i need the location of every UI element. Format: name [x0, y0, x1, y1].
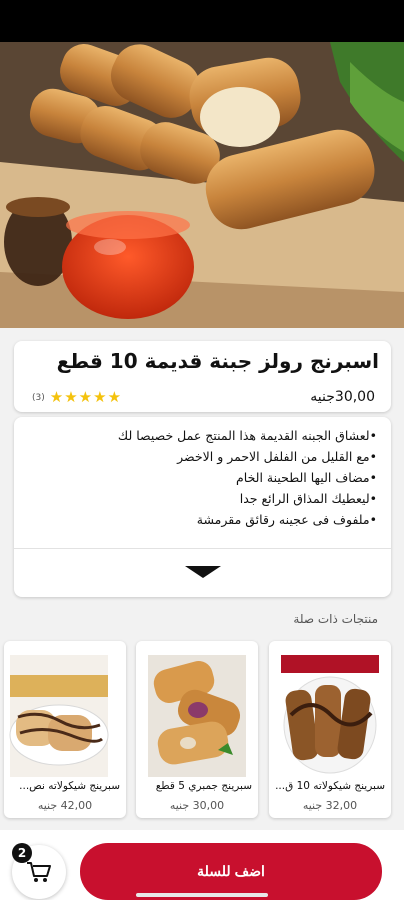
- related-product-price: 32,00 جنيه: [302, 799, 358, 812]
- product-info-card: اسبرنج رولز جبنة قديمة 10 قطع 30,00جنيه …: [14, 341, 391, 412]
- related-product-name: سبرينج جمبري 5 قطع: [155, 780, 252, 792]
- product-thumbnail: [281, 655, 379, 777]
- star-icon: ★: [78, 388, 93, 406]
- related-product-card[interactable]: سبرينج جمبري 5 قطع 30,00 جنيه: [136, 641, 258, 818]
- star-icon: ★: [64, 388, 78, 406]
- home-indicator: [136, 893, 268, 897]
- rating: (3) ★ ★ ★ ★ ★: [32, 390, 121, 405]
- product-price: 30,00جنيه: [310, 389, 375, 405]
- product-image: [0, 42, 404, 328]
- product-title: اسبرنج رولز جبنة قديمة 10 قطع: [56, 349, 379, 373]
- related-product-price: 30,00 جنيه: [169, 799, 225, 812]
- star-icon: ★: [49, 388, 64, 406]
- divider: [14, 548, 391, 549]
- description-line: •ملفوف فى عجينه رقائق مقرمشة: [196, 512, 377, 527]
- cart-icon: [27, 862, 51, 882]
- related-product-name: سبرينج شيكولاته 10 ق...: [275, 780, 385, 792]
- chevron-down-icon[interactable]: [185, 566, 221, 580]
- description-line: •مضاف اليها الطحينة الخام: [236, 470, 377, 485]
- rating-count: (3): [32, 392, 45, 403]
- product-thumbnail: [148, 655, 246, 777]
- status-bar: [0, 0, 404, 42]
- add-to-cart-button[interactable]: اضف للسلة: [80, 843, 382, 900]
- cart-count-badge: 2: [12, 843, 32, 863]
- description-line: •لعشاق الجبنه القديمة هذا المنتج عمل خصي…: [117, 428, 377, 443]
- related-product-card[interactable]: سبرينج شيكولاته نص... 42,00 جنيه: [4, 641, 126, 818]
- description-line: •مع القليل من الفلفل الاحمر و الاخضر: [177, 449, 377, 464]
- related-product-price: 42,00 جنيه: [37, 799, 93, 812]
- star-icon: ★: [93, 388, 107, 406]
- description-line: •ليعطيك المذاق الرائع جدا: [239, 491, 377, 506]
- product-thumbnail: [9, 655, 109, 777]
- star-icon: ★: [107, 388, 122, 406]
- description-list: •لعشاق الجبنه القديمة هذا المنتج عمل خصي…: [118, 425, 377, 530]
- related-products-heading: منتجات ذات صلة: [293, 612, 378, 626]
- related-product-card[interactable]: سبرينج شيكولاته 10 ق... 32,00 جنيه: [269, 641, 391, 818]
- related-product-name: سبرينج شيكولاته نص...: [19, 780, 120, 792]
